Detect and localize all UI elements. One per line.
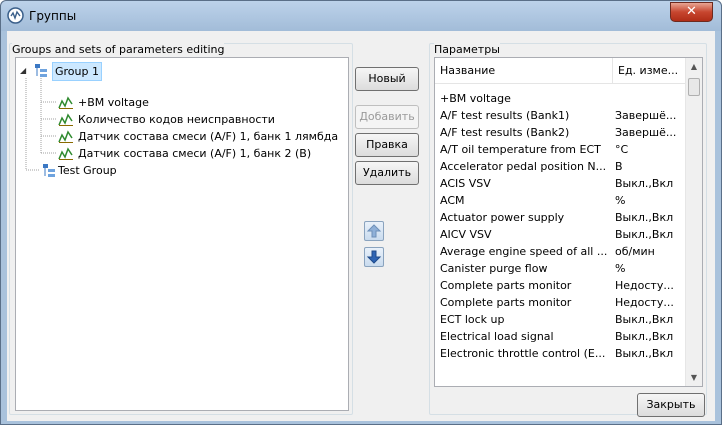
scroll-up-icon[interactable]: ▲ — [686, 58, 702, 75]
table-row[interactable]: Average engine speed of all ... об/мин — [435, 243, 687, 260]
close-icon: ✕ — [686, 4, 697, 19]
param-name: Complete parts monitor — [440, 279, 572, 292]
scroll-down-icon[interactable]: ▼ — [686, 369, 702, 386]
arrow-up-icon — [366, 224, 382, 238]
table-row[interactable]: A/T oil temperature from ECT °C — [435, 141, 687, 158]
table-row[interactable]: A/F test results (Bank2) Завершё... — [435, 124, 687, 141]
tree-item-param[interactable]: +BM voltage — [58, 94, 348, 111]
tree-item-test-group[interactable]: Test Group — [42, 162, 242, 179]
app-icon — [7, 7, 24, 24]
table-row[interactable]: Electrical load signal Выкл.,Вкл — [435, 328, 687, 345]
tree-item-label: Датчик состава смеси (A/F) 1, банк 1 лям… — [78, 130, 339, 143]
expand-triangle-icon[interactable]: ◢ — [20, 62, 26, 79]
window-close-button[interactable]: ✕ — [670, 2, 713, 22]
dialog-window: Группы ✕ Groups and sets of parameters e… — [0, 0, 722, 425]
param-name: Complete parts monitor — [440, 296, 572, 309]
params-list[interactable]: Название Ед. изме... +BM voltage A/F tes… — [434, 57, 703, 387]
param-name: Average engine speed of all ... — [440, 245, 608, 258]
table-row[interactable]: Complete parts monitor Недосту... — [435, 294, 687, 311]
param-unit: об/мин — [615, 245, 655, 258]
sensor-graph-icon — [58, 130, 73, 143]
column-header-unit[interactable]: Ед. изме... — [613, 58, 687, 84]
tree-item-group-1[interactable]: ◢ Group 1 — [20, 62, 320, 81]
table-row[interactable]: ACIS VSV Выкл.,Вкл — [435, 175, 687, 192]
params-scrollbar[interactable]: ▲ ▼ — [685, 58, 702, 386]
param-name: Electrical load signal — [440, 330, 554, 343]
table-row[interactable]: Actuator power supply Выкл.,Вкл — [435, 209, 687, 226]
delete-button[interactable]: Удалить — [355, 161, 419, 185]
group-folder-icon — [35, 64, 47, 77]
group-folder-icon — [43, 164, 55, 177]
tree-item-label: Test Group — [58, 164, 117, 177]
param-name: Electronic throttle control (E... — [440, 347, 606, 360]
param-unit: Выкл.,Вкл — [615, 211, 674, 224]
param-name: +BM voltage — [440, 92, 511, 105]
sensor-graph-icon — [58, 96, 73, 109]
param-unit: Завершё... — [615, 126, 677, 139]
param-unit: Выкл.,Вкл — [615, 330, 674, 343]
param-unit: Завершё... — [615, 109, 677, 122]
move-up-button[interactable] — [364, 221, 384, 241]
params-title: Параметры — [434, 43, 500, 56]
new-button[interactable]: Новый — [355, 67, 419, 91]
param-name: A/T oil temperature from ECT — [440, 143, 601, 156]
param-unit: % — [615, 262, 626, 275]
param-name: AICV VSV — [440, 228, 492, 241]
tree-item-param[interactable]: Датчик состава смеси (A/F) 1, банк 2 (B) — [58, 145, 348, 162]
groups-tree[interactable]: ◢ Group 1 +BM voltage Количество кодов н… — [15, 57, 349, 411]
table-row[interactable]: ACM% — [435, 192, 687, 209]
tree-item-label: Количество кодов неисправности — [78, 113, 275, 126]
groups-title: Groups and sets of parameters editing — [12, 43, 225, 56]
tree-item-label: Датчик состава смеси (A/F) 1, банк 2 (B) — [78, 147, 312, 160]
param-unit: Выкл.,Вкл — [615, 347, 674, 360]
table-row[interactable]: AICV VSV Выкл.,Вкл — [435, 226, 687, 243]
table-row[interactable]: A/F test results (Bank1) Завершё... — [435, 107, 687, 124]
tree-item-label: +BM voltage — [78, 96, 149, 109]
param-unit: Выкл.,Вкл — [615, 177, 674, 190]
table-row[interactable]: Electronic throttle control (E... Выкл.,В… — [435, 345, 687, 362]
edit-button[interactable]: Правка — [355, 133, 419, 157]
arrow-down-icon — [366, 250, 382, 264]
close-button[interactable]: Закрыть — [637, 393, 705, 417]
param-name: Actuator power supply — [440, 211, 565, 224]
scroll-thumb[interactable] — [688, 78, 700, 96]
table-row[interactable]: Canister purge flow% — [435, 260, 687, 277]
sensor-graph-icon — [58, 147, 73, 160]
column-header-name[interactable]: Название — [435, 58, 613, 84]
table-row[interactable]: ECT lock up Выкл.,Вкл — [435, 311, 687, 328]
param-unit: Недосту... — [615, 296, 674, 309]
table-row[interactable]: Accelerator pedal position N... В — [435, 158, 687, 175]
param-unit: Выкл.,Вкл — [615, 313, 674, 326]
tree-item-param[interactable]: Датчик состава смеси (A/F) 1, банк 1 лям… — [58, 128, 348, 145]
param-unit: % — [615, 194, 626, 207]
dialog-body: Groups and sets of parameters editing ◢ — [7, 31, 715, 421]
add-button[interactable]: Добавить — [355, 105, 419, 129]
tree-item-label: Group 1 — [52, 62, 102, 81]
param-unit: Недосту... — [615, 279, 674, 292]
title-bar[interactable]: Группы ✕ — [1, 1, 721, 31]
tree-item-param[interactable]: Количество кодов неисправности — [58, 111, 348, 128]
param-name: Accelerator pedal position N... — [440, 160, 607, 173]
sensor-graph-icon — [58, 113, 73, 126]
param-name: ACIS VSV — [440, 177, 491, 190]
window-title: Группы — [29, 9, 77, 23]
param-name: Canister purge flow — [440, 262, 548, 275]
param-name: A/F test results (Bank2) — [440, 126, 570, 139]
table-row[interactable]: Complete parts monitor Недосту... — [435, 277, 687, 294]
param-unit: Выкл.,Вкл — [615, 228, 674, 241]
table-row[interactable]: +BM voltage — [435, 90, 687, 107]
param-name: ACM — [440, 194, 465, 207]
param-unit: В — [615, 160, 623, 173]
param-unit: °C — [615, 143, 629, 156]
param-name: A/F test results (Bank1) — [440, 109, 570, 122]
move-down-button[interactable] — [364, 247, 384, 267]
param-name: ECT lock up — [440, 313, 505, 326]
